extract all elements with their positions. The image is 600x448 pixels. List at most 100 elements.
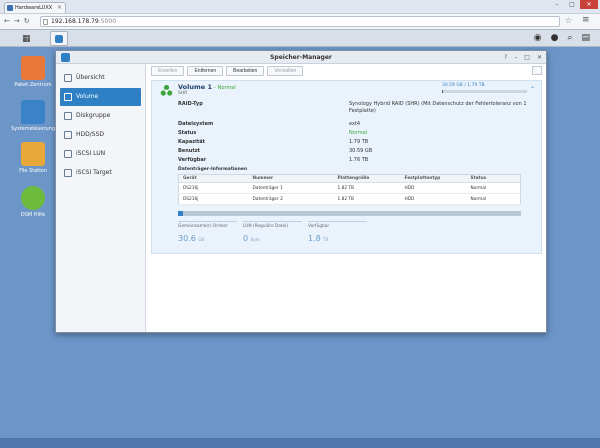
stat-value: 30.6 bbox=[178, 234, 196, 243]
address-bar-row: ← → ↻ 192.168.178.79:5000 ☆ ≡ bbox=[0, 13, 600, 29]
stat-unit: GB bbox=[198, 237, 205, 242]
storage-manager-window: Speicher-Manager ? – □ ✕ Übersicht Volum… bbox=[55, 50, 547, 333]
browser-tab[interactable]: HardwareLUXX × bbox=[4, 2, 66, 13]
prop-key-used: Benutzt bbox=[178, 148, 201, 154]
usage-bar bbox=[442, 90, 527, 93]
volume-name[interactable]: Volume 1 - Normal bbox=[178, 83, 236, 91]
prop-value-available: 1.76 TB bbox=[349, 157, 369, 163]
reload-icon[interactable]: ↻ bbox=[24, 17, 30, 25]
sidebar-item-label: Diskgruppe bbox=[76, 112, 111, 119]
forward-icon[interactable]: → bbox=[14, 17, 20, 25]
volume-status: - Normal bbox=[214, 85, 236, 91]
sidebar-item-iscsi-lun[interactable]: iSCSI LUN bbox=[60, 145, 141, 163]
back-icon[interactable]: ← bbox=[4, 17, 10, 25]
scrollbar-thumb[interactable] bbox=[178, 211, 183, 216]
table-header-row: Gerät Nummer Plattengröße Festplattentyp… bbox=[178, 174, 521, 183]
minimize-icon[interactable]: – bbox=[550, 0, 564, 9]
create-button[interactable]: Erstellen bbox=[151, 66, 185, 76]
sidebar-item-volume[interactable]: Volume bbox=[60, 88, 141, 106]
disk-section-title: Datenträger-Informationen bbox=[178, 167, 248, 172]
sidebar-item-label: iSCSI LUN bbox=[76, 150, 106, 157]
sidebar-item-hdd-ssd[interactable]: HDD/SSD bbox=[60, 126, 141, 144]
main-menu-icon[interactable]: ▦ bbox=[22, 34, 31, 44]
remove-button[interactable]: Entfernen bbox=[187, 66, 224, 76]
stat-available: Verfügbar 1.8 TB bbox=[308, 221, 367, 243]
usage-stats: Gemeinsame(r) Ordner 30.6 GB LUN (Regulä… bbox=[178, 221, 367, 243]
col-header-type[interactable]: Festplattentyp bbox=[400, 174, 467, 183]
diskgroup-icon bbox=[64, 112, 72, 120]
prop-key-capacity: Kapazität bbox=[178, 139, 205, 145]
close-window-icon[interactable]: ✕ bbox=[580, 0, 598, 9]
taskbar-tray: ◉ ● ⌕ ▤ bbox=[534, 33, 590, 43]
bookmark-star-icon[interactable]: ☆ bbox=[565, 16, 572, 25]
close-icon[interactable]: ✕ bbox=[537, 51, 542, 64]
col-header-status[interactable]: Status bbox=[466, 174, 521, 183]
horizontal-scrollbar[interactable] bbox=[178, 211, 521, 216]
page-icon bbox=[43, 19, 48, 25]
storage-manager-icon bbox=[55, 35, 63, 43]
url-host: 192.168.178.79 bbox=[51, 18, 99, 25]
window-titlebar[interactable]: Speicher-Manager ? – □ ✕ bbox=[56, 51, 546, 64]
table-row[interactable]: DS216j Datenträger 1 1.82 TB HDD Normal bbox=[178, 182, 521, 194]
sidebar-item-label: HDD/SSD bbox=[76, 131, 105, 138]
desktop-icon-control-panel[interactable]: Systemsteuerung bbox=[8, 100, 58, 132]
table-row[interactable]: DS216j Datenträger 2 1.82 TB HDD Normal bbox=[178, 193, 521, 205]
desktop-icon-package-center[interactable]: Paket-Zentrum bbox=[8, 56, 58, 88]
widgets-icon[interactable]: ▤ bbox=[581, 33, 590, 43]
sidebar-item-label: iSCSI Target bbox=[76, 169, 112, 176]
col-header-size[interactable]: Plattengröße bbox=[333, 174, 401, 183]
window-title: Speicher-Manager bbox=[270, 54, 332, 61]
desktop-icon-label: DSM Hilfe bbox=[20, 212, 46, 218]
cell-size: 1.82 TB bbox=[333, 182, 401, 194]
stat-label: Gemeinsame(r) Ordner bbox=[178, 224, 228, 229]
prop-value-used: 30.59 GB bbox=[349, 148, 373, 154]
maximize-icon[interactable]: □ bbox=[524, 51, 530, 64]
cell-size: 1.82 TB bbox=[333, 193, 401, 205]
url-field[interactable]: 192.168.178.79:5000 bbox=[40, 16, 560, 27]
notification-icon[interactable]: ◉ bbox=[534, 33, 542, 43]
sidebar-item-label: Übersicht bbox=[76, 74, 105, 81]
overview-icon bbox=[64, 74, 72, 82]
col-header-device[interactable]: Gerät bbox=[178, 174, 249, 183]
stat-label: Verfügbar bbox=[308, 224, 330, 229]
collapse-chevron-icon[interactable]: ⌃ bbox=[530, 86, 535, 93]
desktop-icon-label: Paket-Zentrum bbox=[14, 82, 52, 88]
edit-button[interactable]: Bearbeiten bbox=[226, 66, 265, 76]
cell-status: Normal bbox=[466, 193, 521, 205]
tab-bar: HardwareLUXX × – □ ✕ bbox=[0, 0, 600, 13]
prop-key-raid: RAID-Typ bbox=[178, 101, 203, 107]
maximize-icon[interactable]: □ bbox=[565, 0, 579, 9]
package-center-icon bbox=[21, 56, 45, 80]
sidebar-item-iscsi-target[interactable]: iSCSI Target bbox=[60, 164, 141, 182]
sidebar: Übersicht Volume Diskgruppe HDD/SSD iSCS… bbox=[56, 64, 146, 332]
taskbar-app-storage-manager[interactable] bbox=[50, 31, 68, 46]
usage-text: 30.59 GB / 1.79 TB bbox=[442, 83, 485, 88]
volume-icon bbox=[64, 93, 72, 101]
minimize-icon[interactable]: – bbox=[514, 51, 517, 64]
sidebar-item-diskgroup[interactable]: Diskgruppe bbox=[60, 107, 141, 125]
browser-menu-icon[interactable]: ≡ bbox=[582, 15, 590, 25]
cell-number: Datenträger 1 bbox=[248, 182, 334, 194]
desktop-icon-dsm-help[interactable]: DSM Hilfe bbox=[8, 186, 58, 218]
browser-chrome: HardwareLUXX × – □ ✕ ← → ↻ 192.168.178.7… bbox=[0, 0, 600, 30]
main-content: Erstellen Entfernen Bearbeiten Verwalten… bbox=[147, 64, 546, 332]
user-icon[interactable]: ● bbox=[551, 33, 559, 43]
window-buttons: ? – □ ✕ bbox=[504, 51, 542, 64]
volume-panel: Volume 1 - Normal SHR 30.59 GB / 1.79 TB… bbox=[151, 80, 542, 254]
view-options-button[interactable] bbox=[532, 66, 542, 75]
sidebar-item-overview[interactable]: Übersicht bbox=[60, 69, 141, 87]
desktop-icon-label: Systemsteuerung bbox=[10, 126, 56, 132]
favicon-icon bbox=[7, 5, 13, 11]
desktop-icon-file-station[interactable]: File Station bbox=[8, 142, 58, 174]
close-tab-icon[interactable]: × bbox=[57, 3, 62, 13]
search-icon[interactable]: ⌕ bbox=[567, 33, 572, 43]
help-question-icon[interactable]: ? bbox=[504, 51, 507, 64]
cell-device: DS216j bbox=[178, 193, 249, 205]
iscsi-target-icon bbox=[64, 169, 72, 177]
usage-bar-fill bbox=[442, 90, 444, 93]
col-header-number[interactable]: Nummer bbox=[248, 174, 334, 183]
cell-type: HDD bbox=[400, 193, 467, 205]
iscsi-lun-icon bbox=[64, 150, 72, 158]
manage-button[interactable]: Verwalten bbox=[267, 66, 304, 76]
cell-type: HDD bbox=[400, 182, 467, 194]
